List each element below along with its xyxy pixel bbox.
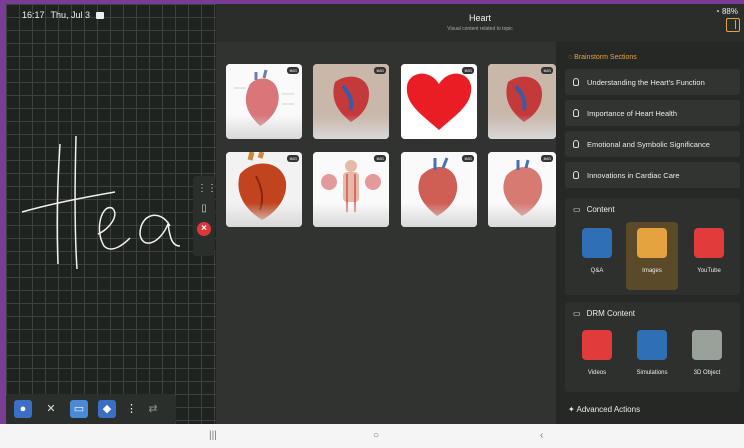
- side-panel: ◌ Brainstorm Sections Understanding the …: [556, 42, 744, 424]
- image-card[interactable]: IMG: [313, 64, 389, 139]
- cube-icon: [692, 330, 722, 360]
- image-card[interactable]: IMG: [226, 64, 302, 139]
- red-heart-image: [401, 64, 477, 139]
- page-title: Heart: [468, 13, 491, 23]
- youtube-icon: [694, 228, 724, 258]
- clock: 16:17: [22, 10, 45, 20]
- battery-level: 88%: [721, 7, 738, 16]
- drawing-canvas[interactable]: 16:17 Thu, Jul 3: [6, 4, 216, 424]
- drm-section: ▭ DRM Content Videos Simulations 3D Objec…: [565, 302, 740, 392]
- brainstorm-item[interactable]: Importance of Heart Health: [565, 100, 740, 126]
- folder-icon: ▭: [573, 309, 581, 318]
- folder-icon: ▭: [573, 205, 581, 214]
- close-icon[interactable]: ×: [197, 222, 211, 236]
- status-bar: 16:17 Thu, Jul 3: [22, 10, 105, 20]
- tile-qa[interactable]: Q&A: [573, 222, 621, 286]
- image-badge: IMG: [287, 155, 299, 162]
- tile-videos[interactable]: Videos: [573, 324, 621, 388]
- image-card[interactable]: IMG: [401, 152, 477, 227]
- brainstorm-item[interactable]: Understanding the Heart's Function: [565, 69, 740, 95]
- play-icon: [582, 330, 612, 360]
- atom-icon: [637, 330, 667, 360]
- person-icon[interactable]: ●: [14, 400, 32, 418]
- tile-youtube[interactable]: YouTube: [685, 222, 733, 286]
- recents-icon[interactable]: |||: [209, 430, 217, 441]
- brainstorm-item[interactable]: Innovations in Cardiac Care: [565, 162, 740, 188]
- image-badge: IMG: [462, 67, 474, 74]
- media-icon[interactable]: ◆: [98, 400, 116, 418]
- drm-heading: ▭ DRM Content: [573, 309, 636, 318]
- brainstorm-heading: ◌ Brainstorm Sections: [568, 54, 637, 61]
- image-icon: [637, 228, 667, 258]
- image-grid: IMG IMG IMG IMG IMG IMG IMG IMG: [216, 42, 556, 424]
- image-card[interactable]: IMG: [488, 152, 556, 227]
- bottom-toolbar: ● ✕ ▭ ◆ ⋮ ⇄: [6, 394, 176, 424]
- floating-toolbar: ⋮⋮ ▯ ×: [193, 176, 217, 256]
- brainstorm-item[interactable]: Emotional and Symbolic Significance: [565, 131, 740, 157]
- handwriting-strokes: [21, 135, 181, 270]
- image-badge: IMG: [541, 155, 553, 162]
- image-card[interactable]: IMG: [226, 152, 302, 227]
- tools-icon[interactable]: ✕: [42, 400, 60, 418]
- whiteboard-icon[interactable]: ▭: [70, 400, 88, 418]
- image-card[interactable]: IMG: [401, 64, 477, 139]
- qa-icon: [582, 228, 612, 258]
- more-icon[interactable]: ⋮: [126, 400, 137, 418]
- image-badge: IMG: [462, 155, 474, 162]
- image-card[interactable]: IMG: [488, 64, 556, 139]
- tile-images[interactable]: Images: [626, 222, 678, 290]
- system-nav-bar: ||| ○ ‹: [0, 424, 744, 448]
- back-icon[interactable]: ‹: [540, 430, 543, 441]
- bulb-icon: [573, 109, 579, 117]
- bulb-icon: [573, 78, 579, 86]
- wifi-icon: ◔: [714, 7, 720, 16]
- tile-simulations[interactable]: Simulations: [628, 324, 676, 388]
- home-icon[interactable]: ○: [373, 430, 379, 441]
- image-badge: IMG: [374, 67, 386, 74]
- image-badge: IMG: [374, 155, 386, 162]
- status-indicators: ◔ 88%: [715, 7, 738, 16]
- content-section: ▭ Content Q&A Images YouTube: [565, 198, 740, 295]
- screen: 16:17 Thu, Jul 3 ⋮⋮ ▯ × ● ✕ ▭ ◆ ⋮ ⇄ Hear…: [0, 0, 744, 448]
- notification-icon: [96, 11, 105, 19]
- advanced-actions-heading: ✦ Advanced Actions: [568, 405, 641, 414]
- swap-icon[interactable]: ⇄: [144, 400, 162, 418]
- panel-toggle-button[interactable]: [726, 18, 740, 32]
- drag-handle-icon[interactable]: ⋮⋮: [197, 182, 217, 196]
- bulb-icon: [573, 140, 579, 148]
- panel-icon[interactable]: ▯: [197, 202, 211, 216]
- image-badge: IMG: [287, 67, 299, 74]
- date: Thu, Jul 3: [50, 10, 91, 20]
- image-badge: IMG: [541, 67, 553, 74]
- page-subtitle: Visual content related to topic: [447, 26, 513, 32]
- tile-3d-object[interactable]: 3D Object: [683, 324, 731, 388]
- bulb-icon: [573, 171, 579, 179]
- image-card[interactable]: IMG: [313, 152, 389, 227]
- header: Heart Visual content related to topic ◔ …: [216, 4, 744, 42]
- content-heading: ▭ Content: [573, 205, 615, 214]
